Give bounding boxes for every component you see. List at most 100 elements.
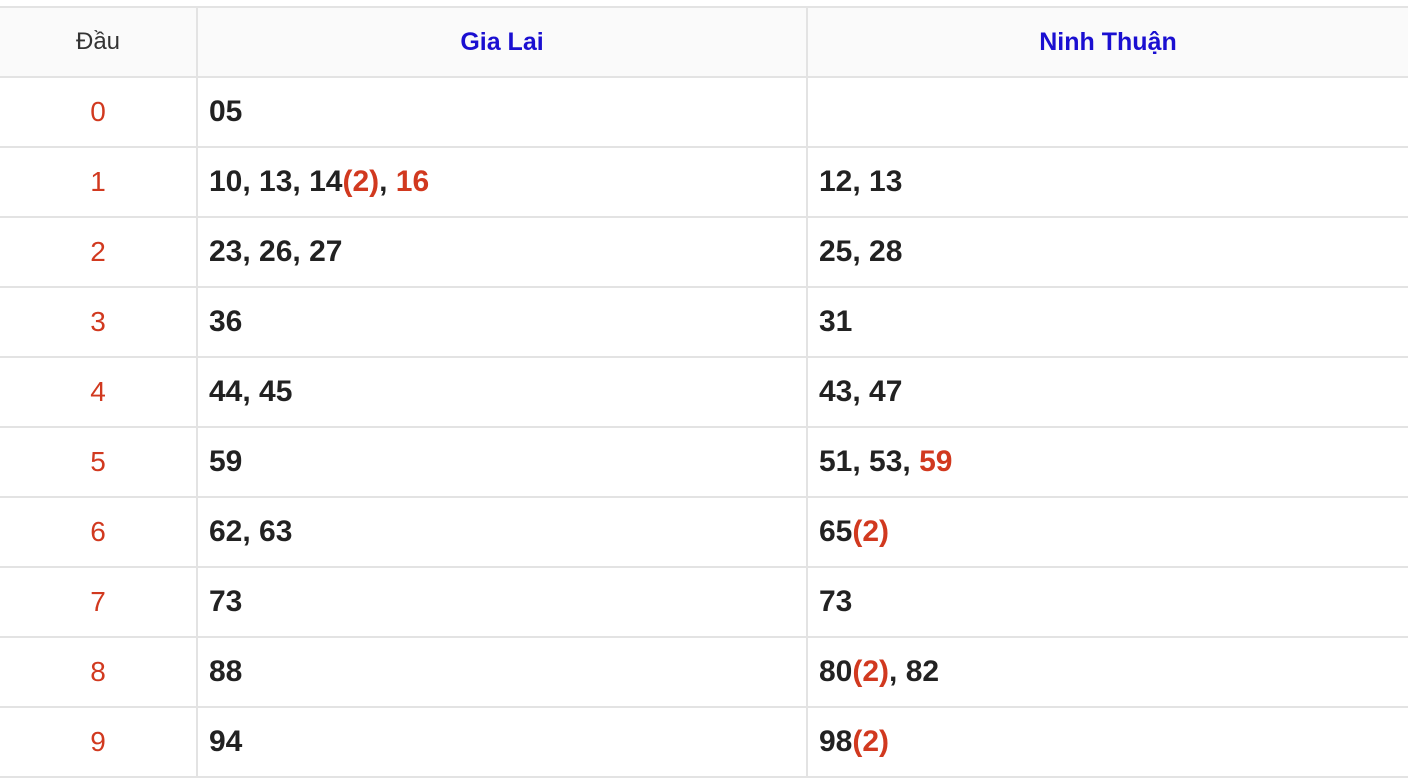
number-text: 10, 13, 14 bbox=[209, 165, 343, 198]
loto-numbers: 31 bbox=[819, 305, 852, 339]
number-text: 73 bbox=[209, 585, 243, 618]
number-text: 36 bbox=[209, 305, 243, 338]
dau-digit: 4 bbox=[90, 376, 106, 407]
gia-lai-cell: 59 bbox=[198, 428, 808, 496]
highlight-number: (2) bbox=[342, 165, 380, 198]
number-text: 44, 45 bbox=[209, 375, 293, 408]
loto-numbers: 80(2), 82 bbox=[819, 655, 939, 689]
ninh-thuan-cell: 43, 47 bbox=[808, 358, 1408, 426]
dau-cell: 7 bbox=[0, 568, 198, 636]
loto-numbers: 36 bbox=[209, 305, 242, 339]
dau-cell: 2 bbox=[0, 218, 198, 286]
ninh-thuan-cell: 51, 53, 59 bbox=[808, 428, 1408, 496]
highlight-number: 16 bbox=[395, 165, 430, 198]
loto-numbers: 94 bbox=[209, 725, 242, 759]
gia-lai-cell: 73 bbox=[198, 568, 808, 636]
loto-numbers: 98(2) bbox=[819, 725, 889, 759]
loto-numbers: 10, 13, 14(2), 16 bbox=[209, 165, 429, 199]
number-text: 51, 53, bbox=[819, 445, 920, 478]
loto-numbers: 44, 45 bbox=[209, 375, 292, 409]
table-row: 1 10, 13, 14(2), 16 12, 13 bbox=[0, 148, 1408, 218]
loto-numbers: 59 bbox=[209, 445, 242, 479]
dau-digit: 7 bbox=[90, 586, 106, 617]
number-text: 43, 47 bbox=[819, 375, 903, 408]
dau-cell: 9 bbox=[0, 708, 198, 776]
table-row: 7 73 73 bbox=[0, 568, 1408, 638]
gia-lai-cell: 36 bbox=[198, 288, 808, 356]
table-row: 2 23, 26, 27 25, 28 bbox=[0, 218, 1408, 288]
province-title-gia-lai[interactable]: Gia Lai bbox=[460, 28, 543, 57]
dau-cell: 5 bbox=[0, 428, 198, 496]
header-cell-gia-lai: Gia Lai bbox=[198, 8, 808, 76]
number-text: 73 bbox=[819, 585, 853, 618]
dau-digit: 9 bbox=[90, 726, 106, 757]
number-text: 65 bbox=[819, 515, 853, 548]
loto-numbers: 25, 28 bbox=[819, 235, 902, 269]
number-text: 59 bbox=[209, 445, 243, 478]
dau-digit: 0 bbox=[90, 96, 106, 127]
ninh-thuan-cell: 25, 28 bbox=[808, 218, 1408, 286]
gia-lai-cell: 62, 63 bbox=[198, 498, 808, 566]
loto-numbers: 73 bbox=[819, 585, 852, 619]
loto-numbers: 65(2) bbox=[819, 515, 889, 549]
dau-cell: 3 bbox=[0, 288, 198, 356]
number-text: 94 bbox=[209, 725, 243, 758]
number-text: , bbox=[379, 165, 396, 198]
dau-digit: 3 bbox=[90, 306, 106, 337]
number-text: 05 bbox=[209, 95, 243, 128]
highlight-number: (2) bbox=[852, 655, 890, 688]
loto-numbers: 51, 53, 59 bbox=[819, 445, 952, 479]
ninh-thuan-cell: 73 bbox=[808, 568, 1408, 636]
ninh-thuan-cell bbox=[808, 78, 1408, 146]
dau-cell: 4 bbox=[0, 358, 198, 426]
number-text: 88 bbox=[209, 655, 243, 688]
header-cell-ninh-thuan: Ninh Thuận bbox=[808, 8, 1408, 76]
dau-digit: 2 bbox=[90, 236, 106, 267]
table-row: 5 59 51, 53, 59 bbox=[0, 428, 1408, 498]
dau-digit: 5 bbox=[90, 446, 106, 477]
number-text: 12, 13 bbox=[819, 165, 903, 198]
dau-cell: 6 bbox=[0, 498, 198, 566]
ninh-thuan-cell: 80(2), 82 bbox=[808, 638, 1408, 706]
table-row: 4 44, 45 43, 47 bbox=[0, 358, 1408, 428]
number-text: 25, 28 bbox=[819, 235, 903, 268]
loto-numbers: 12, 13 bbox=[819, 165, 902, 199]
loto-numbers: 05 bbox=[209, 95, 242, 129]
gia-lai-cell: 10, 13, 14(2), 16 bbox=[198, 148, 808, 216]
dau-cell: 0 bbox=[0, 78, 198, 146]
ninh-thuan-cell: 98(2) bbox=[808, 708, 1408, 776]
number-text: , 82 bbox=[889, 655, 940, 688]
table-row: 3 36 31 bbox=[0, 288, 1408, 358]
ninh-thuan-cell: 12, 13 bbox=[808, 148, 1408, 216]
number-text: 31 bbox=[819, 305, 853, 338]
table-row: 8 88 80(2), 82 bbox=[0, 638, 1408, 708]
dau-digit: 6 bbox=[90, 516, 106, 547]
loto-numbers: 73 bbox=[209, 585, 242, 619]
gia-lai-cell: 44, 45 bbox=[198, 358, 808, 426]
table-row: 9 94 98(2) bbox=[0, 708, 1408, 778]
ninh-thuan-cell: 31 bbox=[808, 288, 1408, 356]
dau-digit: 1 bbox=[90, 166, 106, 197]
dau-cell: 8 bbox=[0, 638, 198, 706]
loto-numbers: 88 bbox=[209, 655, 242, 689]
table-body: 0 05 1 10, 13, 14(2), 16 12, 13 2 23, 26, 27 25… bbox=[0, 78, 1408, 778]
province-title-ninh-thuan[interactable]: Ninh Thuận bbox=[1039, 28, 1176, 57]
table-row: 6 62, 63 65(2) bbox=[0, 498, 1408, 568]
header-cell-dau: Đầu bbox=[0, 8, 198, 76]
number-text: 23, 26, 27 bbox=[209, 235, 343, 268]
dau-header-label: Đầu bbox=[75, 28, 121, 55]
loto-numbers: 62, 63 bbox=[209, 515, 292, 549]
highlight-number: (2) bbox=[852, 515, 890, 548]
dau-cell: 1 bbox=[0, 148, 198, 216]
gia-lai-cell: 23, 26, 27 bbox=[198, 218, 808, 286]
gia-lai-cell: 88 bbox=[198, 638, 808, 706]
highlight-number: (2) bbox=[852, 725, 890, 758]
gia-lai-cell: 94 bbox=[198, 708, 808, 776]
ninh-thuan-cell: 65(2) bbox=[808, 498, 1408, 566]
highlight-number: 59 bbox=[919, 445, 953, 478]
loto-numbers: 43, 47 bbox=[819, 375, 902, 409]
dau-digit: 8 bbox=[90, 656, 106, 687]
gia-lai-cell: 05 bbox=[198, 78, 808, 146]
number-text: 80 bbox=[819, 655, 853, 688]
number-text: 62, 63 bbox=[209, 515, 293, 548]
